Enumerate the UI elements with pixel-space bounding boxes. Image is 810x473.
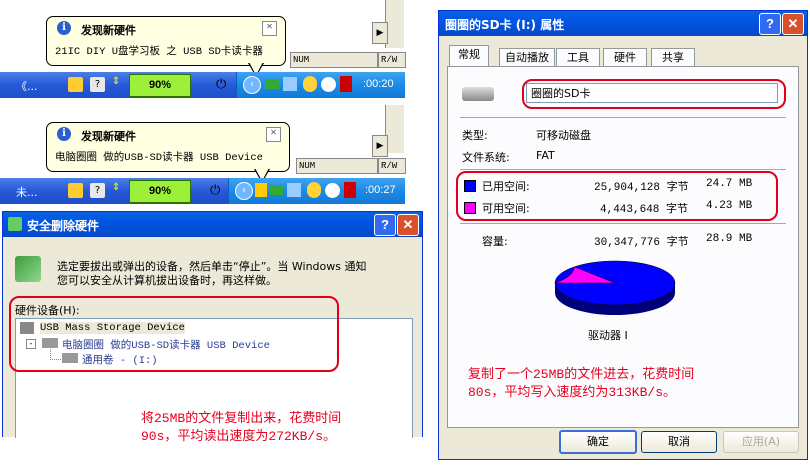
new-hardware-balloon-1[interactable]: i 发现新硬件 ✕ 21IC DIY U盘学习板 之 USB SD卡读卡器	[46, 16, 286, 66]
highlight-box	[522, 79, 786, 109]
tab-hardware[interactable]: 硬件	[603, 48, 647, 67]
app-icon[interactable]	[68, 77, 83, 92]
dialog-title: 圈圈的SD卡 (I:) 属性	[445, 18, 565, 32]
scroll-arrow-right-2[interactable]: ▶	[372, 135, 388, 157]
dialog-titlebar[interactable]: 圈圈的SD卡 (I:) 属性 ? ✕	[439, 11, 807, 36]
annotation-line-2: 90s，平均读出速度为272KB/s。	[141, 429, 337, 444]
type-value: 可移动磁盘	[536, 129, 591, 142]
capacity-label: 容量:	[482, 235, 508, 248]
annotation-line-1: 将25MB的文件复制出来，花费时间	[141, 411, 342, 426]
app-icon[interactable]	[68, 183, 83, 198]
tab-autoplay[interactable]: 自动播放	[499, 48, 555, 67]
qq-icon[interactable]	[307, 182, 321, 198]
cancel-button[interactable]: 取消	[641, 431, 717, 453]
volume-icon[interactable]: ⇕	[112, 182, 120, 193]
volume-icon[interactable]: ⇕	[112, 76, 120, 87]
balloon-message: 21IC DIY U盘学习板 之 USB SD卡读卡器	[55, 46, 263, 58]
network-icon[interactable]	[287, 183, 301, 197]
scroll-arrow-right-1[interactable]: ▶	[372, 22, 388, 44]
close-button[interactable]: ✕	[397, 214, 419, 236]
safely-remove-icon	[8, 217, 22, 231]
highlight-box	[9, 296, 339, 372]
system-tray-1: ‹ :00:20	[236, 72, 405, 98]
info-icon: i	[57, 127, 71, 141]
dialog-title: 安全删除硬件	[27, 219, 100, 233]
balloon-title: 发现新硬件	[81, 24, 136, 37]
system-tray-2: ‹ :00:27	[228, 178, 405, 204]
info-icon: i	[57, 21, 71, 35]
tab-general[interactable]: 常规	[449, 45, 489, 66]
balloon-message: 电脑圈圈 做的USB-SD读卡器 USB Device	[55, 152, 263, 164]
rw-indicator-1: R/W	[378, 52, 406, 68]
close-button[interactable]: ✕	[782, 13, 804, 35]
messenger-icon[interactable]	[321, 77, 336, 92]
battery-indicator: 90%	[129, 180, 191, 203]
close-icon[interactable]: ✕	[262, 21, 277, 36]
help-icon[interactable]: ?	[90, 77, 105, 92]
separator	[460, 117, 786, 118]
drive-icon	[462, 87, 494, 101]
capacity-mb: 28.9 MB	[706, 233, 753, 245]
type-label: 类型:	[462, 129, 488, 142]
taskbar-button[interactable]: 《...	[16, 78, 38, 94]
balloon-title: 发现新硬件	[81, 130, 136, 143]
network-icon[interactable]	[283, 77, 297, 91]
highlight-box	[456, 171, 778, 221]
new-hardware-balloon-2[interactable]: i 发现新硬件 ✕ 电脑圈圈 做的USB-SD读卡器 USB Device	[46, 122, 290, 172]
tab-tools[interactable]: 工具	[556, 48, 600, 67]
close-icon[interactable]: ✕	[266, 127, 281, 142]
battery-indicator: 90%	[129, 74, 191, 97]
clock[interactable]: :00:20	[363, 78, 394, 90]
help-button[interactable]: ?	[374, 214, 396, 236]
tray-expand-icon[interactable]: ‹	[243, 76, 261, 94]
num-indicator-1: NUM	[290, 52, 378, 68]
taskbar-button[interactable]: 未...	[16, 184, 38, 200]
avatar-icon[interactable]	[344, 182, 356, 198]
usage-pie	[554, 260, 676, 315]
clock[interactable]: :00:27	[365, 184, 396, 196]
annotation-line-1: 复制了一个25MB的文件进去，花费时间	[468, 367, 695, 382]
properties-dialog: 圈圈的SD卡 (I:) 属性 ? ✕ 常规 自动播放 工具 硬件 共享 类型: …	[438, 10, 808, 460]
apply-button[interactable]: 应用(A)	[723, 431, 799, 453]
power-plug-icon[interactable]: ⏻	[216, 77, 226, 92]
capacity-bytes: 30,347,776 字节	[594, 237, 689, 249]
new-hardware-icon[interactable]	[255, 183, 267, 197]
separator	[460, 169, 786, 170]
help-button[interactable]: ?	[759, 13, 781, 35]
power-plug-icon[interactable]: ⏻	[210, 183, 220, 198]
taskbar-1: 《... ? ⇕ 90% ⏻ ‹ :00:20	[0, 72, 405, 98]
tab-sharing[interactable]: 共享	[651, 48, 695, 67]
safely-remove-icon[interactable]	[269, 185, 283, 195]
tray-expand-icon[interactable]: ‹	[235, 182, 253, 200]
filesystem-label: 文件系统:	[462, 151, 510, 164]
safely-remove-dialog: 安全删除硬件 ? ✕ 选定要拔出或弹出的设备，然后单击“停止”。当 Window…	[2, 211, 423, 444]
num-indicator-2: NUM	[296, 158, 378, 174]
avatar-icon[interactable]	[340, 76, 352, 92]
taskbar-2: 未... ? ⇕ 90% ⏻ ‹ :00:27	[0, 178, 405, 204]
hardware-icon	[15, 256, 41, 282]
filesystem-value: FAT	[536, 149, 555, 162]
qq-icon[interactable]	[303, 76, 317, 92]
safely-remove-icon[interactable]	[265, 79, 279, 89]
dialog-titlebar[interactable]: 安全删除硬件 ? ✕	[3, 212, 422, 237]
help-icon[interactable]: ?	[90, 183, 105, 198]
messenger-icon[interactable]	[325, 183, 340, 198]
separator	[460, 223, 786, 224]
rw-indicator-2: R/W	[378, 158, 406, 174]
drive-letter-label: 驱动器 I	[588, 329, 628, 342]
instruction-line-2: 您可以安全从计算机拔出设备时，再这样做。	[57, 274, 277, 287]
general-panel: 类型: 可移动磁盘 文件系统: FAT 已用空间: 25,904,128 字节 …	[447, 66, 799, 428]
ok-button[interactable]: 确定	[559, 430, 637, 454]
annotation-line-2: 80s，平均写入速度约为313KB/s。	[468, 385, 677, 400]
